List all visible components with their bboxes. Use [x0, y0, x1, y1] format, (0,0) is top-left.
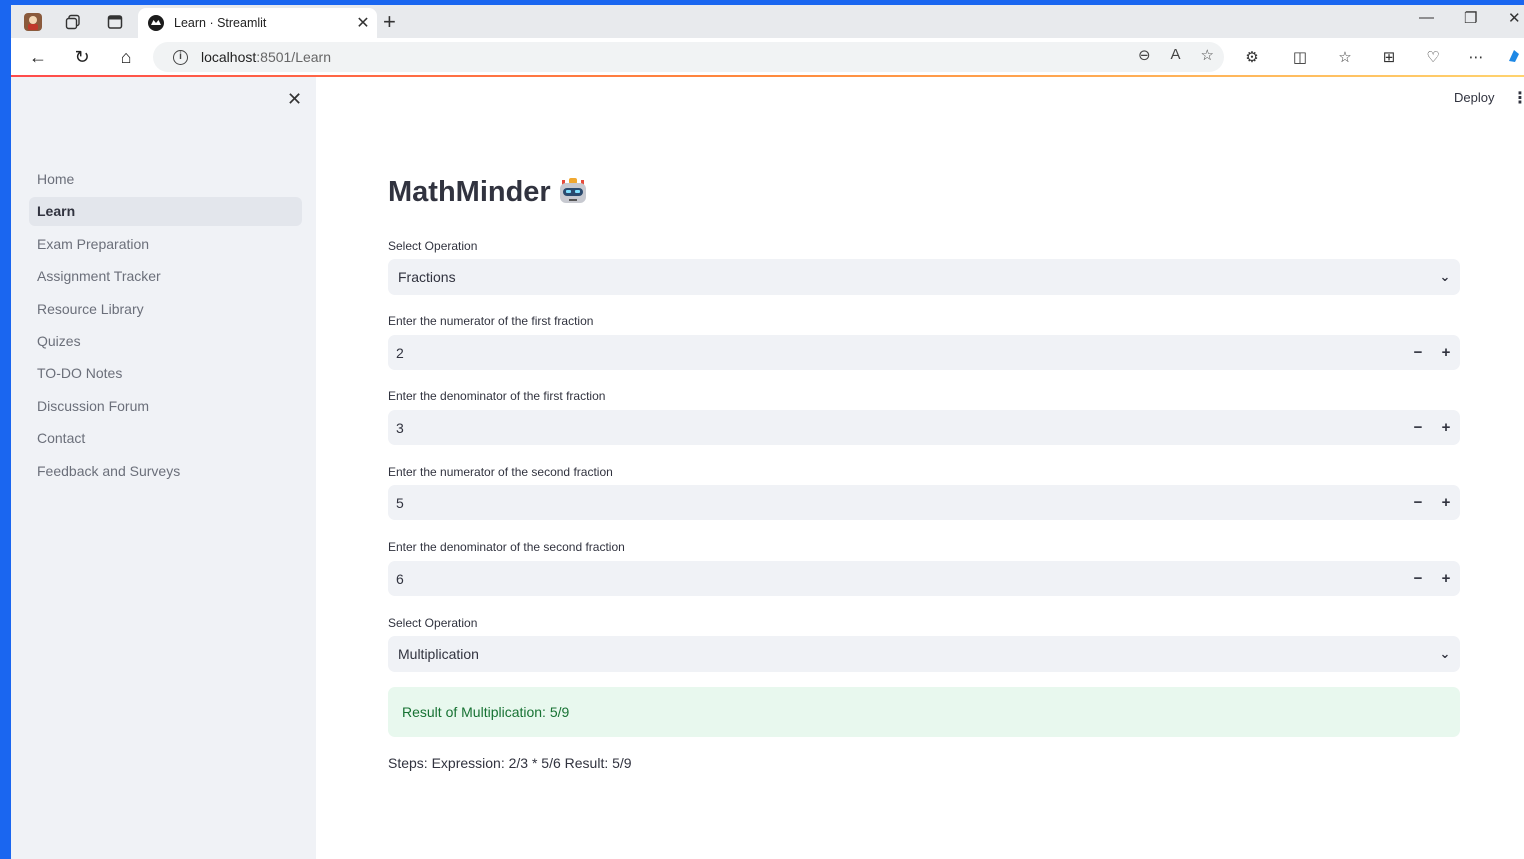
main-content: Deploy ⋮ MathMinder Select Operation Fra…	[316, 77, 1524, 859]
url-field[interactable]: i localhost:8501/Learn ⊖ A ☆	[153, 42, 1224, 72]
denominator2-value[interactable]: 6	[396, 571, 1404, 587]
numerator1-value[interactable]: 2	[396, 345, 1404, 361]
increment-icon[interactable]: +	[1432, 419, 1460, 436]
sidebar-item-exam-preparation[interactable]: Exam Preparation	[29, 230, 302, 259]
close-sidebar-icon[interactable]: ✕	[287, 89, 302, 110]
back-icon[interactable]: ←	[26, 47, 50, 68]
increment-icon[interactable]: +	[1432, 494, 1460, 511]
favorite-star-icon[interactable]: ☆	[1201, 46, 1214, 64]
address-bar-row: ← ↻ ⌂ i localhost:8501/Learn ⊖ A ☆ ⚙ ◫ ☆…	[11, 38, 1524, 76]
tab-bar: Learn · Streamlit ✕ + — ❐ ✕	[11, 5, 1524, 38]
robot-icon	[557, 177, 589, 209]
result-success-box: Result of Multiplication: 5/9	[388, 687, 1460, 737]
extensions-icon[interactable]: ⚙	[1241, 48, 1263, 66]
numerator2-input[interactable]: 5 − +	[388, 485, 1460, 520]
sidebar-item-todo-notes[interactable]: TO-DO Notes	[29, 359, 302, 388]
profile-icon[interactable]	[21, 10, 45, 34]
collections-icon[interactable]: ⊞	[1378, 48, 1400, 66]
tab-actions-icon[interactable]	[103, 10, 127, 34]
denominator1-input[interactable]: 3 − +	[388, 410, 1460, 445]
home-icon[interactable]: ⌂	[114, 47, 138, 68]
denominator2-label: Enter the denominator of the second frac…	[388, 540, 625, 554]
denominator1-label: Enter the denominator of the first fract…	[388, 389, 606, 403]
browser-window: Learn · Streamlit ✕ + — ❐ ✕ ← ↻ ⌂ i loca…	[11, 5, 1524, 859]
numerator1-input[interactable]: 2 − +	[388, 335, 1460, 370]
arithmetic-operation-select[interactable]: Multiplication ⌄	[388, 636, 1460, 672]
tab-title: Learn · Streamlit	[174, 16, 267, 30]
operation-select-value: Fractions	[398, 269, 456, 285]
close-window-icon[interactable]: ✕	[1508, 9, 1521, 27]
select-operation-label: Select Operation	[388, 239, 478, 253]
favorites-icon[interactable]: ☆	[1334, 48, 1356, 66]
denominator2-input[interactable]: 6 − +	[388, 561, 1460, 596]
chevron-down-icon[interactable]: ⌄	[1430, 646, 1460, 662]
sidebar-item-feedback-and-surveys[interactable]: Feedback and Surveys	[29, 457, 302, 486]
streamlit-favicon-icon	[148, 15, 164, 31]
numerator2-value[interactable]: 5	[396, 495, 1404, 511]
operation-select[interactable]: Fractions ⌄	[388, 259, 1460, 295]
sidebar-item-learn[interactable]: Learn	[29, 197, 302, 227]
sidebar-item-contact[interactable]: Contact	[29, 424, 302, 453]
site-info-icon[interactable]: i	[173, 49, 188, 65]
new-tab-icon[interactable]: +	[383, 9, 396, 35]
decrement-icon[interactable]: −	[1404, 494, 1432, 511]
steps-text: Steps: Expression: 2/3 * 5/6 Result: 5/9	[388, 755, 632, 771]
numerator1-label: Enter the numerator of the first fractio…	[388, 314, 594, 328]
numerator2-label: Enter the numerator of the second fracti…	[388, 465, 613, 479]
split-screen-icon[interactable]: ◫	[1289, 48, 1311, 66]
sidebar-item-quizes[interactable]: Quizes	[29, 327, 302, 356]
page-title: MathMinder	[388, 176, 589, 209]
page-title-text: MathMinder	[388, 176, 551, 208]
url-path: :8501/Learn	[256, 49, 331, 65]
arithmetic-operation-value: Multiplication	[398, 646, 479, 662]
more-options-icon[interactable]: ⋯	[1465, 48, 1487, 66]
sidebar: ✕ Home Learn Exam Preparation Assignment…	[11, 77, 316, 859]
read-aloud-icon[interactable]: A	[1171, 46, 1181, 64]
sidebar-item-home[interactable]: Home	[29, 165, 302, 194]
decrement-icon[interactable]: −	[1404, 344, 1432, 361]
decrement-icon[interactable]: −	[1404, 570, 1432, 587]
decrement-icon[interactable]: −	[1404, 419, 1432, 436]
browser-essentials-icon[interactable]: ♡	[1422, 48, 1444, 66]
workspaces-icon[interactable]	[61, 10, 85, 34]
copilot-icon[interactable]	[1503, 48, 1524, 68]
sidebar-item-assignment-tracker[interactable]: Assignment Tracker	[29, 262, 302, 291]
main-menu-icon[interactable]: ⋮	[1512, 88, 1524, 108]
chevron-down-icon[interactable]: ⌄	[1430, 269, 1460, 285]
url-host: localhost	[201, 49, 257, 65]
zoom-out-icon[interactable]: ⊖	[1138, 46, 1151, 64]
deploy-button[interactable]: Deploy	[1454, 90, 1494, 105]
sidebar-item-resource-library[interactable]: Resource Library	[29, 295, 302, 324]
close-tab-icon[interactable]: ✕	[353, 13, 373, 33]
increment-icon[interactable]: +	[1432, 344, 1460, 361]
minimize-icon[interactable]: —	[1419, 9, 1434, 26]
tab-learn[interactable]: Learn · Streamlit ✕	[138, 8, 377, 38]
increment-icon[interactable]: +	[1432, 570, 1460, 587]
denominator1-value[interactable]: 3	[396, 420, 1404, 436]
select-operation2-label: Select Operation	[388, 616, 478, 630]
sidebar-nav: Home Learn Exam Preparation Assignment T…	[29, 165, 302, 489]
sidebar-item-discussion-forum[interactable]: Discussion Forum	[29, 392, 302, 421]
refresh-icon[interactable]: ↻	[70, 47, 94, 68]
restore-icon[interactable]: ❐	[1464, 9, 1477, 27]
